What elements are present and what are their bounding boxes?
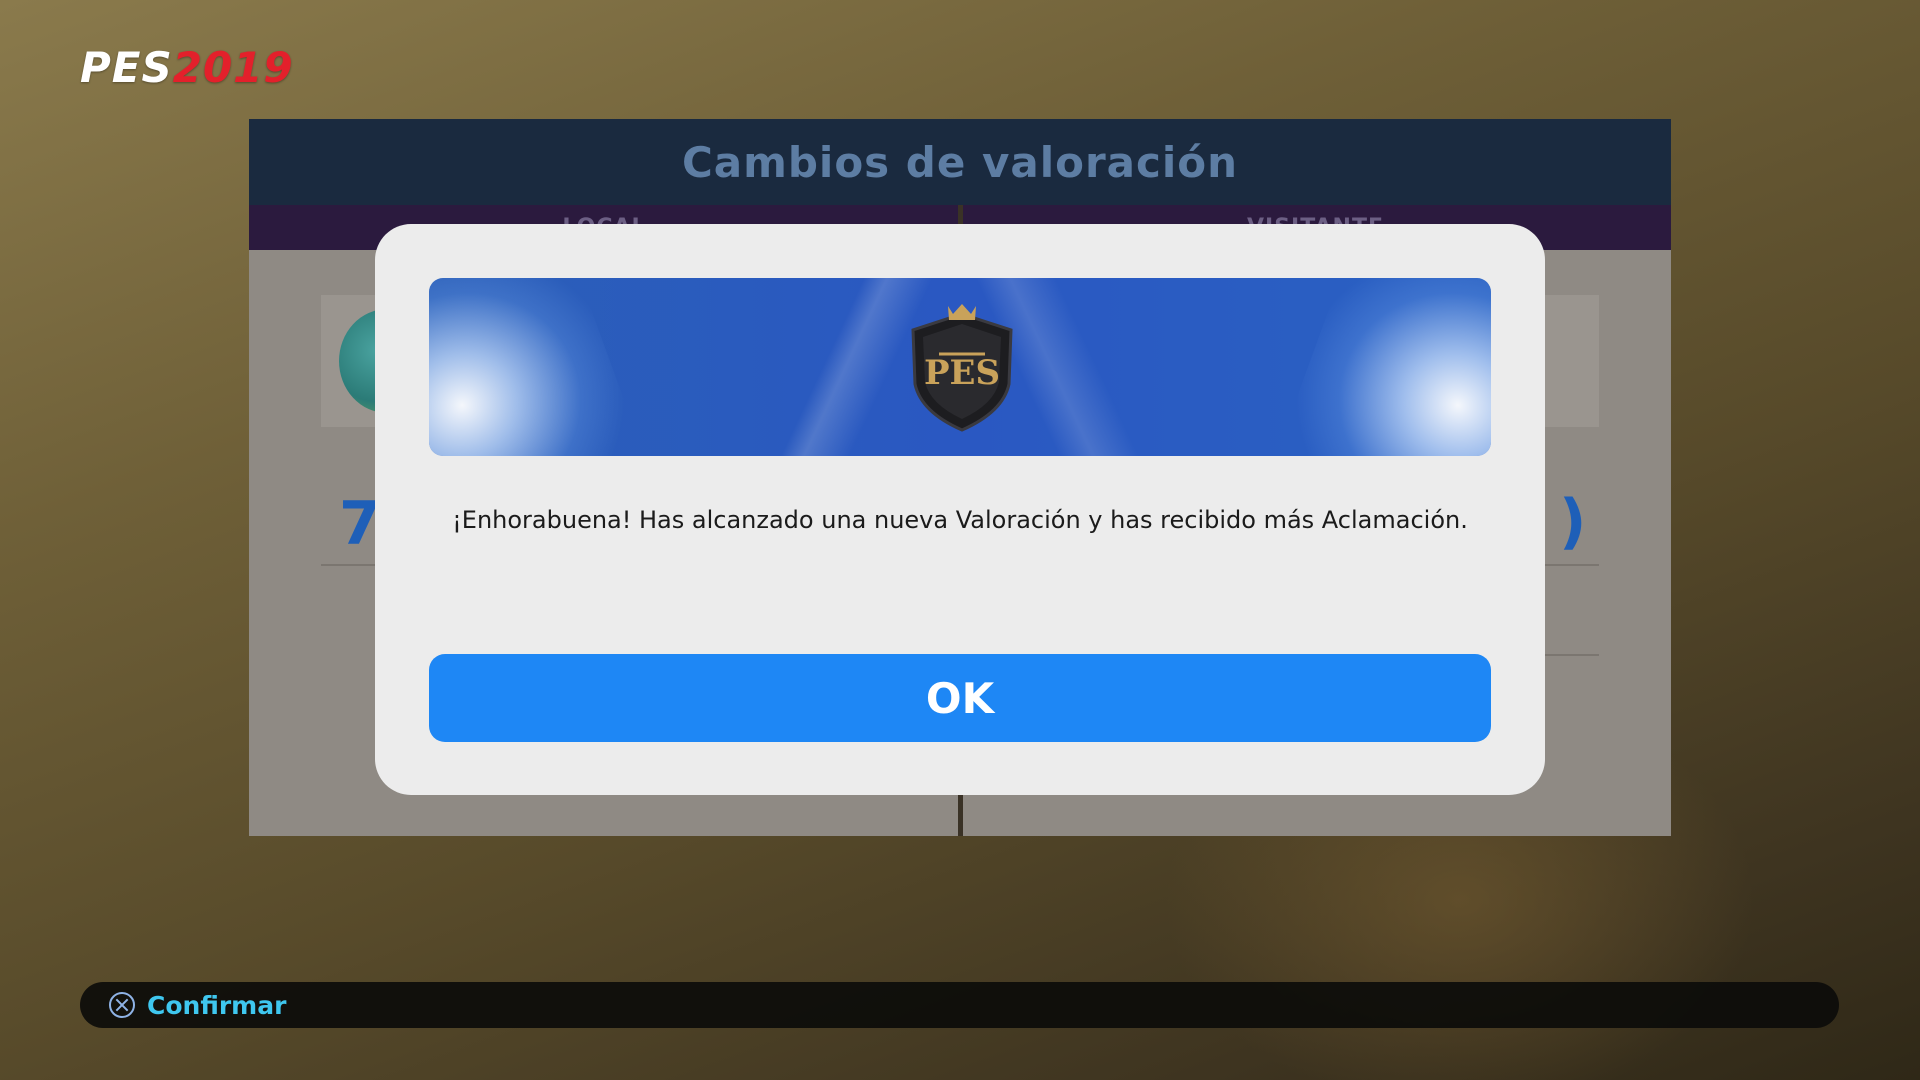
logo-pes-text: PES — [80, 43, 173, 92]
cross-button-icon — [109, 992, 135, 1018]
away-rating-value: ) — [1559, 487, 1587, 557]
logo-year-text: 2019 — [172, 43, 294, 92]
panel-header: Cambios de valoración — [249, 119, 1671, 205]
controls-footer: Confirmar — [80, 982, 1839, 1028]
pes-shield-crest-icon: PES — [911, 304, 1013, 432]
stadium-light-right — [1273, 278, 1491, 456]
game-logo: PES2019 — [80, 46, 294, 90]
congratulations-dialog: PES ¡Enhorabuena! Has alcanzado una nuev… — [375, 224, 1545, 795]
svg-text:PES: PES — [924, 353, 1000, 393]
stadium-light-left — [429, 278, 647, 456]
dialog-message: ¡Enhorabuena! Has alcanzado una nueva Va… — [452, 506, 1468, 534]
confirm-label[interactable]: Confirmar — [147, 991, 286, 1020]
ok-button[interactable]: OK — [429, 654, 1491, 742]
dialog-banner: PES — [429, 278, 1491, 456]
panel-title: Cambios de valoración — [681, 137, 1239, 187]
